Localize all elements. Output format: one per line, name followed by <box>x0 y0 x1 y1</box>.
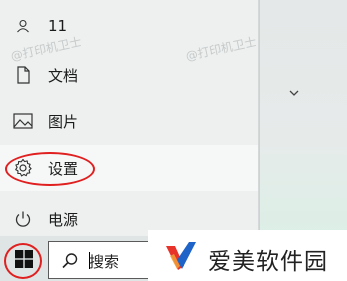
menu-item-documents[interactable]: 文档 <box>0 52 258 98</box>
user-icon <box>12 15 34 37</box>
chevron-down-icon[interactable] <box>288 88 300 98</box>
brand-name: 爱美软件园 <box>208 249 328 275</box>
document-icon <box>12 64 34 86</box>
settings-annotation-circle <box>5 152 95 186</box>
start-annotation-circle <box>4 243 42 279</box>
pane-divider <box>259 0 260 236</box>
user-name: 11 <box>48 17 68 35</box>
search-icon <box>62 253 78 269</box>
brand-logo <box>166 242 196 270</box>
search-placeholder: 搜索 <box>89 253 120 271</box>
menu-item-label: 图片 <box>48 112 79 131</box>
menu-item-user[interactable]: 11 <box>0 4 258 48</box>
start-menu-tiles-pane <box>258 0 347 236</box>
brand-overlay: 爱美软件园 <box>148 230 347 281</box>
menu-item-label: 电源 <box>48 210 79 229</box>
power-icon <box>12 208 34 230</box>
menu-item-label: 文档 <box>48 66 79 85</box>
menu-item-pictures[interactable]: 图片 <box>0 98 258 144</box>
picture-icon <box>12 110 34 132</box>
